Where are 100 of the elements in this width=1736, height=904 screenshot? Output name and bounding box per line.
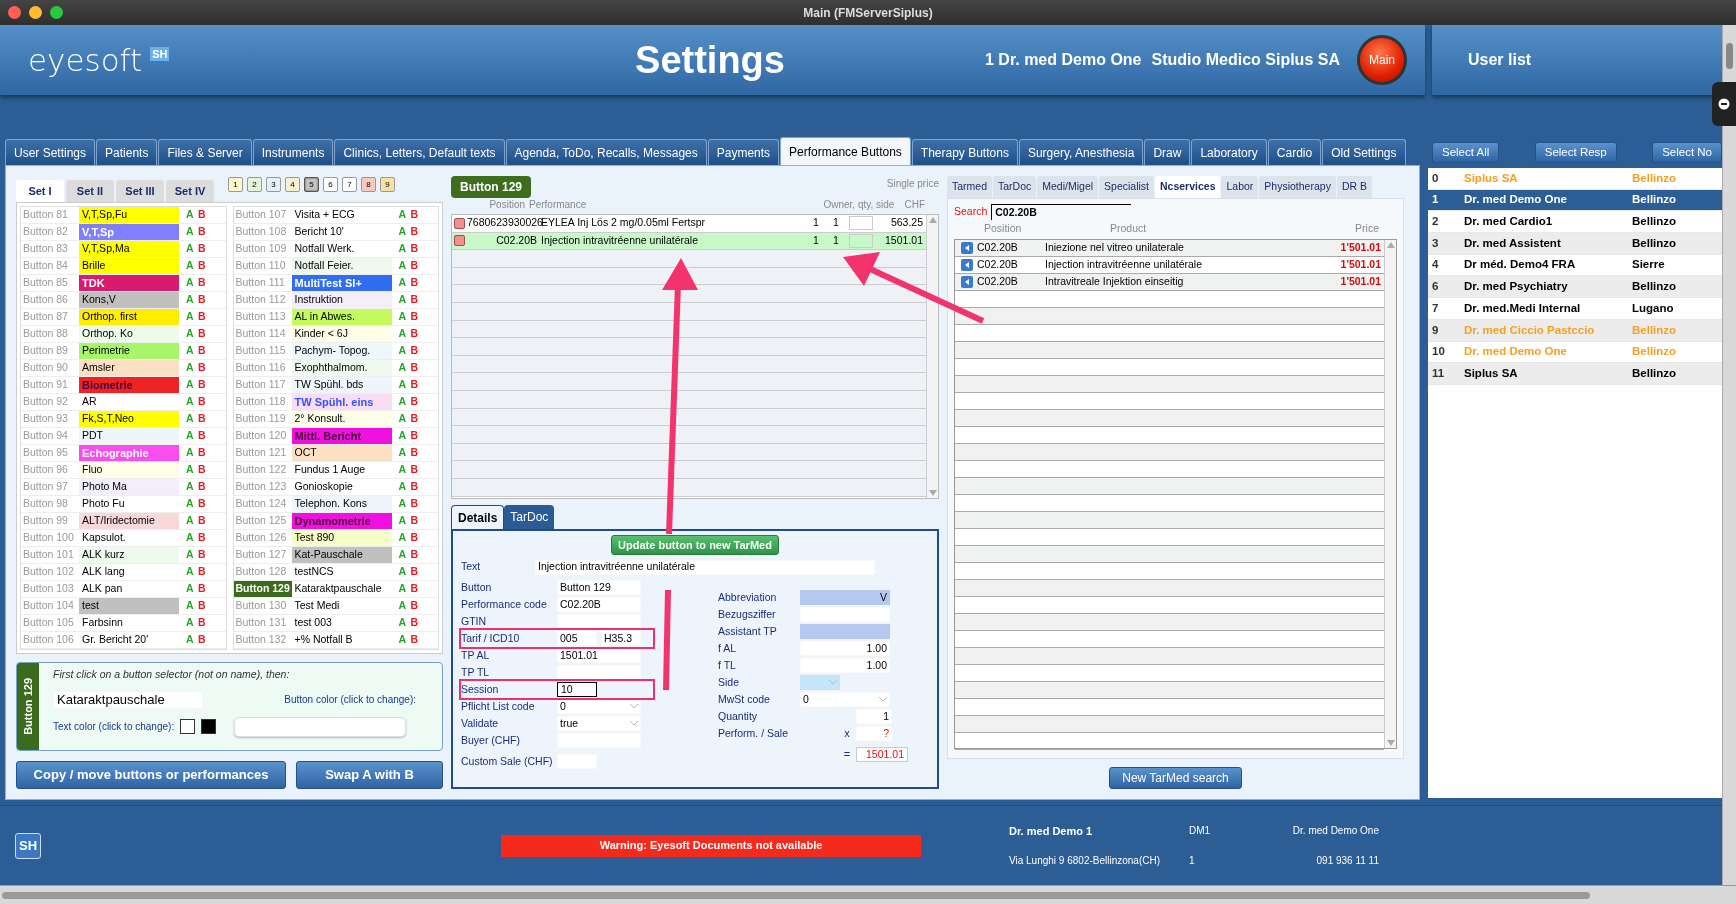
a-marker[interactable]: A — [398, 631, 411, 648]
a-marker[interactable]: A — [398, 597, 411, 614]
tab[interactable]: Specialist — [1099, 176, 1154, 198]
side-handle[interactable] — [1712, 82, 1736, 126]
slot-selector[interactable]: Button 123 — [233, 478, 292, 495]
b-marker[interactable]: B — [410, 597, 421, 614]
set-tab[interactable]: Set IV — [166, 179, 214, 202]
a-marker[interactable]: A — [186, 206, 198, 223]
slot-selector[interactable]: Button 115 — [233, 342, 292, 359]
slot-selector[interactable]: Button 103 — [21, 580, 79, 597]
scrollbar[interactable] — [926, 215, 938, 499]
b-marker[interactable]: B — [198, 461, 208, 478]
slot-selector[interactable]: Button 117 — [233, 376, 292, 393]
slot-selector[interactable]: Button 87 — [21, 308, 79, 325]
a-marker[interactable]: A — [398, 614, 411, 631]
tab[interactable]: Clinics, Letters, Default texts — [334, 139, 505, 165]
page-button[interactable]: 2 — [247, 177, 262, 192]
slot-selector[interactable]: Button 131 — [233, 614, 292, 631]
a-marker[interactable]: A — [186, 563, 198, 580]
user-row[interactable]: 6 Dr. med Psychiatry Bellinzo — [1428, 276, 1722, 299]
side-field[interactable] — [849, 216, 873, 231]
b-marker[interactable]: B — [198, 223, 208, 240]
b-marker[interactable]: B — [410, 614, 421, 631]
b-marker[interactable]: B — [410, 546, 421, 563]
input-field[interactable]: H35.3 — [601, 631, 641, 647]
b-marker[interactable]: B — [410, 308, 421, 325]
slot-selector[interactable]: Button 125 — [233, 512, 292, 529]
slot-selector[interactable]: Button 126 — [233, 529, 292, 546]
b-marker[interactable]: B — [198, 427, 208, 444]
tab[interactable]: Ncservices — [1155, 176, 1221, 198]
slot-selector[interactable]: Button 118 — [233, 393, 292, 410]
a-marker[interactable]: A — [398, 393, 411, 410]
vertical-scrollbar[interactable] — [1722, 25, 1736, 885]
input-field[interactable]: 1 — [856, 709, 892, 725]
minimize-button[interactable] — [29, 6, 42, 19]
table-row[interactable]: 7680623930026EYLEA Inj Lös 2 mg/0.05ml Fertspr 1 1 563.25 — [452, 215, 926, 233]
a-marker[interactable]: A — [398, 444, 411, 461]
page-button[interactable]: 9 — [380, 177, 395, 192]
set-tab[interactable]: Set I — [16, 179, 64, 202]
tab[interactable]: TarDoc — [504, 505, 555, 530]
marker-icon[interactable] — [454, 217, 465, 229]
input-field[interactable] — [800, 607, 890, 623]
page-button[interactable]: 5 — [304, 177, 319, 192]
a-marker[interactable]: A — [398, 563, 411, 580]
user-row[interactable]: 9 Dr. med Ciccio Pastccio Bellinzo — [1428, 319, 1722, 342]
slot-selector[interactable]: Button 109 — [233, 240, 292, 257]
a-marker[interactable]: A — [398, 359, 411, 376]
slot-selector[interactable]: Button 83 — [21, 240, 79, 257]
tab[interactable]: Files & Server — [158, 139, 252, 165]
slot-selector[interactable]: Button 98 — [21, 495, 79, 512]
input-field[interactable] — [557, 614, 641, 630]
b-marker[interactable]: B — [198, 631, 208, 648]
slot-selector[interactable]: Button 82 — [21, 223, 79, 240]
a-marker[interactable]: A — [398, 274, 411, 291]
b-marker[interactable]: B — [198, 274, 208, 291]
a-marker[interactable]: A — [186, 223, 198, 240]
b-marker[interactable]: B — [198, 614, 208, 631]
b-marker[interactable]: B — [410, 291, 421, 308]
tab[interactable]: Old Settings — [1322, 139, 1406, 165]
select-button[interactable]: Select No — [1652, 142, 1722, 163]
tab[interactable]: User Settings — [5, 139, 96, 165]
b-marker[interactable]: B — [410, 580, 421, 597]
a-marker[interactable]: A — [186, 342, 198, 359]
slot-selector[interactable]: Button 112 — [233, 291, 292, 308]
slot-selector[interactable]: Button 102 — [21, 563, 79, 580]
tab[interactable]: TarDoc — [993, 176, 1037, 198]
input-field[interactable] — [557, 665, 641, 681]
b-marker[interactable]: B — [198, 376, 208, 393]
input-field[interactable]: 005 — [557, 631, 597, 647]
slot-selector[interactable]: Button 121 — [233, 444, 292, 461]
b-marker[interactable]: B — [410, 359, 421, 376]
a-marker[interactable]: A — [186, 546, 198, 563]
slot-selector[interactable]: Button 84 — [21, 257, 79, 274]
input-field[interactable]: 1.00 — [800, 658, 890, 674]
b-marker[interactable]: B — [198, 580, 208, 597]
b-marker[interactable]: B — [410, 376, 421, 393]
b-marker[interactable]: B — [198, 325, 208, 342]
user-row[interactable]: 3 Dr. med Assistent Bellinzo — [1428, 233, 1722, 255]
b-marker[interactable]: B — [410, 427, 421, 444]
b-marker[interactable]: B — [198, 597, 208, 614]
a-marker[interactable]: A — [186, 427, 198, 444]
b-marker[interactable]: B — [198, 206, 208, 223]
a-marker[interactable]: A — [398, 257, 411, 274]
b-marker[interactable]: B — [410, 631, 421, 648]
b-marker[interactable]: B — [410, 325, 421, 342]
slot-selector[interactable]: Button 130 — [233, 597, 292, 614]
a-marker[interactable]: A — [186, 410, 198, 427]
select-button[interactable]: Select Resp — [1534, 142, 1617, 163]
slot-selector[interactable]: Button 104 — [21, 597, 79, 614]
marker-icon[interactable] — [454, 235, 465, 247]
a-marker[interactable]: A — [186, 393, 198, 410]
tab[interactable]: Draw — [1144, 139, 1191, 165]
slot-selector[interactable]: Button 89 — [21, 342, 79, 359]
copy-button[interactable]: Copy / move buttons or performances — [16, 761, 286, 789]
b-marker[interactable]: B — [198, 512, 208, 529]
a-marker[interactable]: A — [398, 427, 411, 444]
b-marker[interactable]: B — [198, 257, 208, 274]
a-marker[interactable]: A — [186, 512, 198, 529]
scroll-up-icon[interactable] — [928, 217, 937, 223]
set-tab[interactable]: Set II — [66, 179, 114, 202]
